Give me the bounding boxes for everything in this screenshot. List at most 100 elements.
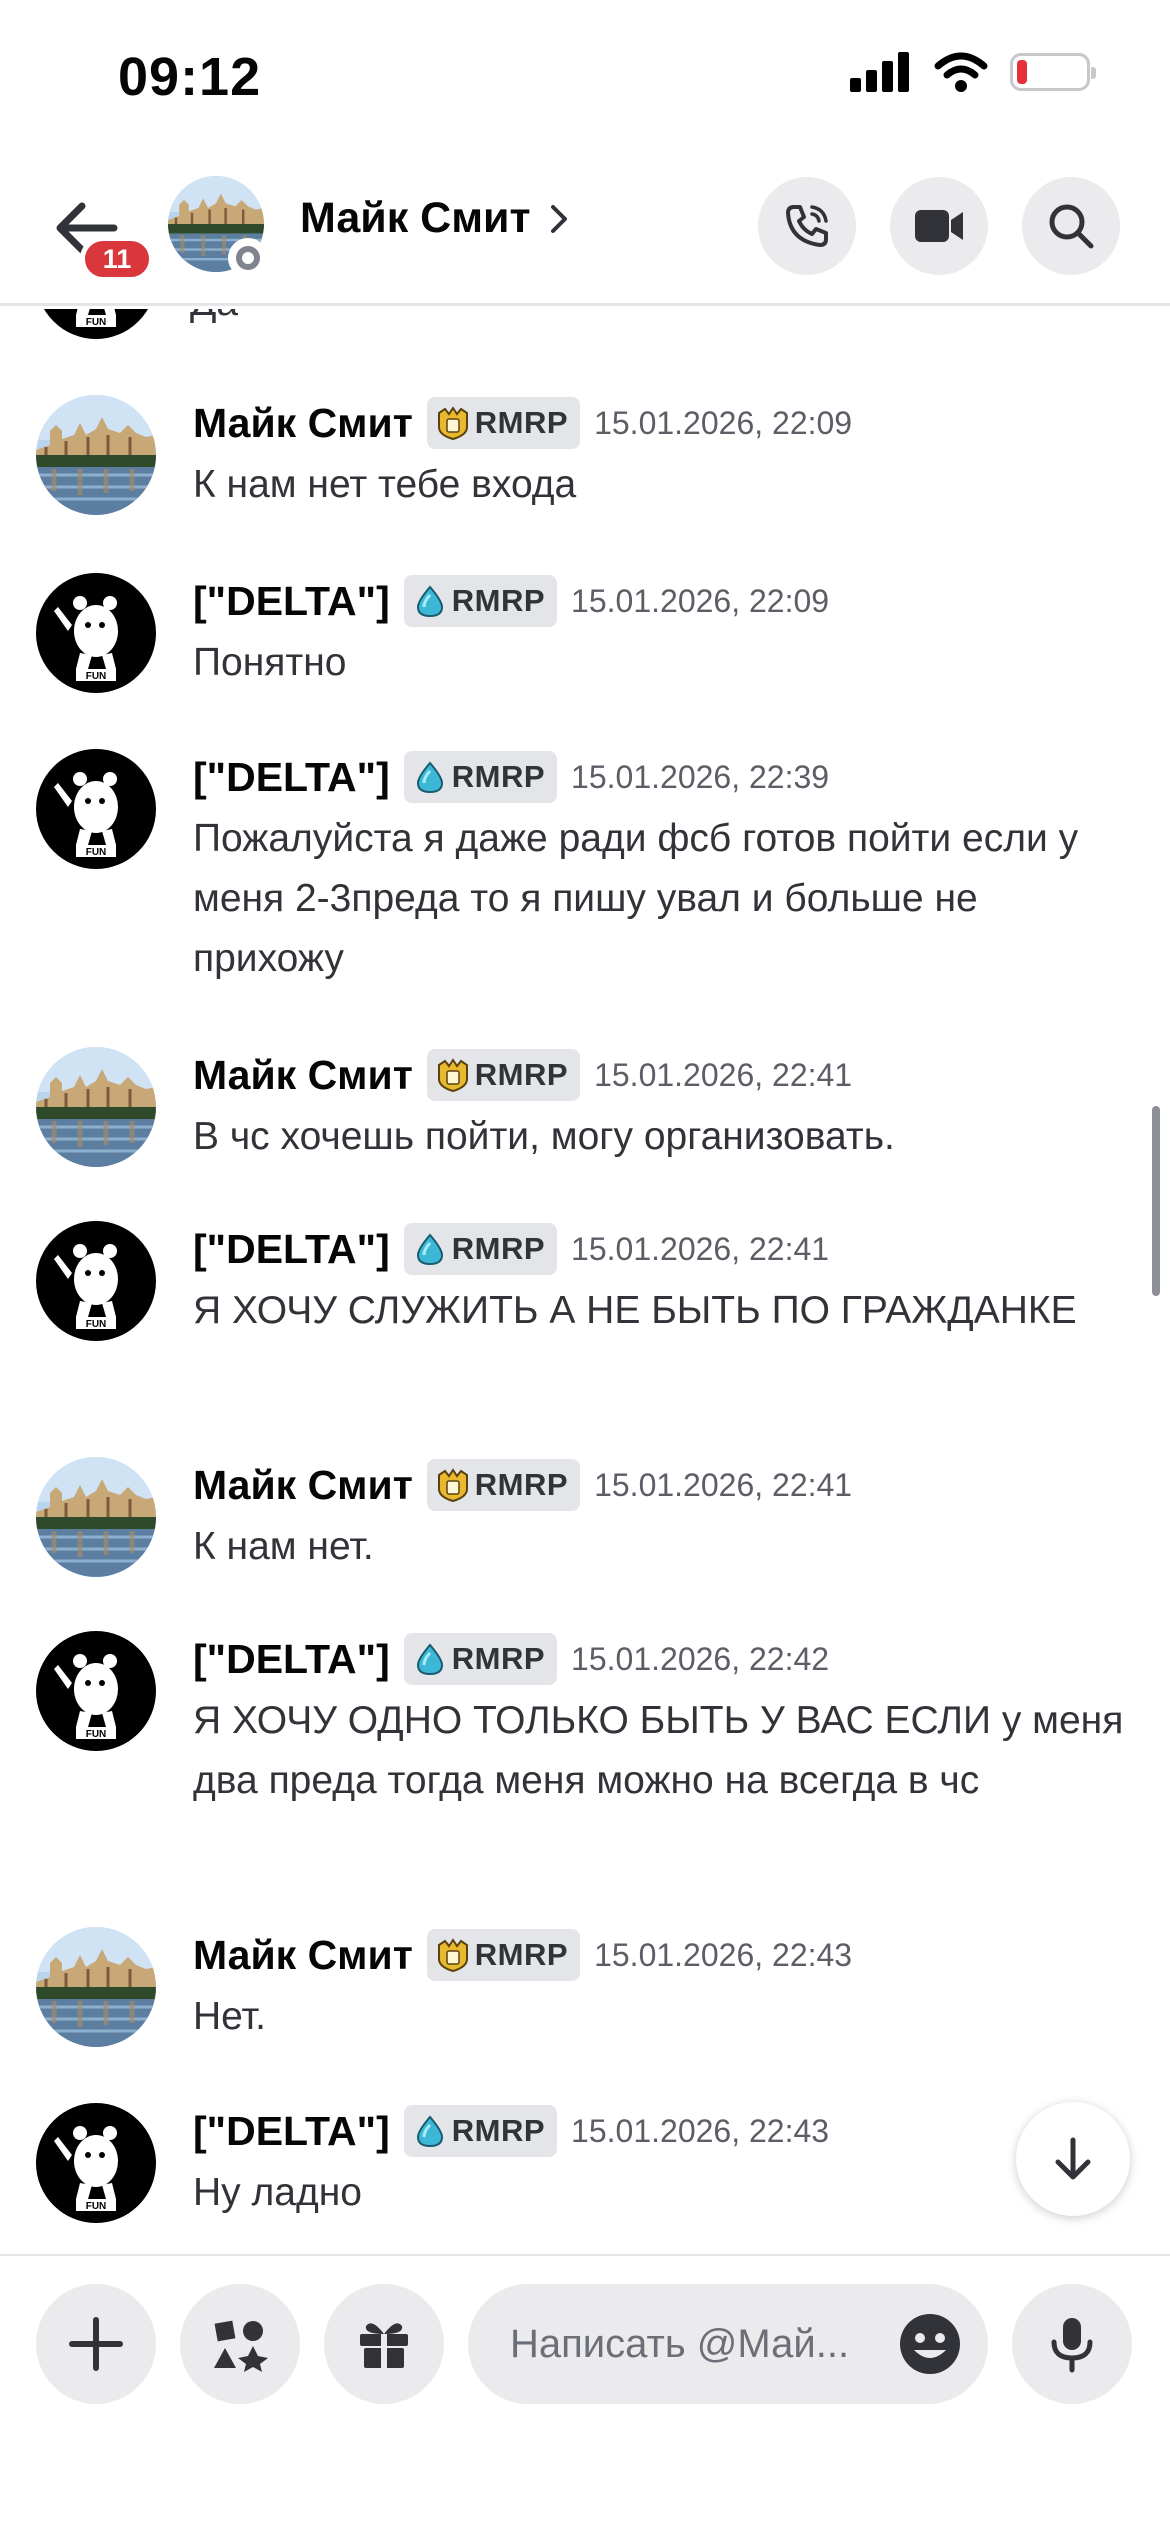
emoji-button[interactable]: [898, 2312, 962, 2376]
video-camera-icon: [915, 210, 963, 242]
avatar[interactable]: [36, 749, 156, 869]
cellular-signal-icon: [850, 52, 909, 92]
message-author[interactable]: Майк Смит: [193, 1462, 413, 1509]
shield-crown-icon: [435, 1057, 471, 1093]
avatar[interactable]: [36, 573, 156, 693]
message-text: Нет.: [193, 1995, 266, 2038]
offline-status-icon: [228, 238, 268, 278]
avatar[interactable]: [36, 1047, 156, 1167]
server-tag[interactable]: RMRP: [426, 397, 581, 449]
message-text: Да: [190, 309, 238, 333]
server-tag[interactable]: RMRP: [426, 1049, 581, 1101]
server-tag-label: RMRP: [451, 2113, 546, 2148]
server-tag[interactable]: RMRP: [403, 1223, 558, 1275]
avatar[interactable]: [36, 395, 156, 515]
avatar[interactable]: [36, 1221, 156, 1341]
message-text: В чс хочешь пойти, могу организовать.: [193, 1115, 895, 1158]
water-drop-icon: [412, 1231, 448, 1267]
server-tag-label: RMRP: [451, 1641, 546, 1676]
water-drop-icon: [412, 1641, 448, 1677]
server-tag[interactable]: RMRP: [403, 2105, 558, 2157]
message-author[interactable]: Майк Смит: [193, 400, 413, 447]
server-tag[interactable]: RMRP: [403, 751, 558, 803]
shield-crown-icon: [435, 1467, 471, 1503]
server-tag-label: RMRP: [474, 405, 569, 440]
message-text: К нам нет.: [193, 1525, 374, 1568]
avatar[interactable]: [36, 2103, 156, 2223]
message-author[interactable]: ["DELTA"]: [193, 1226, 390, 1273]
plus-icon: [69, 2317, 123, 2371]
server-tag-label: RMRP: [451, 759, 546, 794]
message-text: Пожалуйста я даже ради фсб готов пойти е…: [193, 817, 1079, 980]
emoji-smile-icon: [900, 2314, 960, 2374]
water-drop-icon: [412, 583, 448, 619]
message-author[interactable]: ["DELTA"]: [193, 754, 390, 801]
voice-message-button[interactable]: [1012, 2284, 1132, 2404]
status-time: 09:12: [118, 47, 262, 107]
message-author[interactable]: Майк Смит: [193, 1932, 413, 1979]
chat-header: 11 Майк Смит: [0, 150, 1170, 306]
message-author[interactable]: ["DELTA"]: [193, 578, 390, 625]
video-call-button[interactable]: [890, 177, 988, 275]
search-icon: [1049, 204, 1094, 249]
server-tag[interactable]: RMRP: [426, 1929, 581, 1981]
message-input[interactable]: [510, 2284, 890, 2404]
message-timestamp: 15.01.2026, 22:42: [571, 1640, 830, 1677]
message-author[interactable]: ["DELTA"]: [193, 1636, 390, 1683]
chat-title: Майк Смит: [300, 194, 531, 242]
apps-shapes-icon: [214, 2320, 268, 2372]
server-tag[interactable]: RMRP: [403, 575, 558, 627]
scrollbar[interactable]: [1152, 1106, 1160, 1296]
server-tag[interactable]: RMRP: [403, 1633, 558, 1685]
message-timestamp: 15.01.2026, 22:41: [594, 1056, 853, 1093]
message-text: Понятно: [193, 641, 347, 684]
message-timestamp: 15.01.2026, 22:43: [594, 1936, 853, 1973]
water-drop-icon: [412, 2113, 448, 2149]
server-tag-label: RMRP: [474, 1937, 569, 1972]
server-tag-label: RMRP: [474, 1057, 569, 1092]
message-timestamp: 15.01.2026, 22:43: [571, 2112, 830, 2149]
apps-button[interactable]: [180, 2284, 300, 2404]
message-text: Я ХОЧУ ОДНО ТОЛЬКО БЫТЬ У ВАС ЕСЛИ у мен…: [193, 1699, 1124, 1802]
server-tag[interactable]: RMRP: [426, 1459, 581, 1511]
page-title[interactable]: Майк Смит: [300, 194, 569, 243]
message-author[interactable]: ["DELTA"]: [193, 2108, 390, 2155]
water-drop-icon: [412, 759, 448, 795]
unread-badge: 11: [80, 236, 154, 282]
message-text: Ну ладно: [193, 2171, 362, 2214]
gift-icon: [360, 2323, 408, 2368]
server-tag-label: RMRP: [474, 1467, 569, 1502]
message-timestamp: 15.01.2026, 22:09: [571, 582, 830, 619]
microphone-icon: [1051, 2318, 1093, 2373]
search-button[interactable]: [1022, 177, 1120, 275]
arrow-down-icon: [1055, 2137, 1091, 2180]
message-author[interactable]: Майк Смит: [193, 1052, 413, 1099]
server-tag-label: RMRP: [451, 583, 546, 618]
avatar[interactable]: [36, 1927, 156, 2047]
message-timestamp: 15.01.2026, 22:41: [571, 1230, 830, 1267]
message-composer: [0, 2254, 1170, 2532]
chevron-right-icon: [550, 204, 567, 233]
message-text: К нам нет тебе входа: [193, 463, 577, 506]
shield-crown-icon: [435, 1937, 471, 1973]
server-tag-label: RMRP: [451, 1231, 546, 1266]
status-icons: [850, 52, 1096, 92]
avatar[interactable]: [36, 1631, 156, 1751]
battery-icon: [1010, 53, 1096, 91]
message-text: Я ХОЧУ СЛУЖИТЬ А НЕ БЫТЬ ПО ГРАЖДАНКЕ: [193, 1289, 1077, 1332]
message-input-container: [468, 2284, 988, 2404]
message-list[interactable]: Да Майк Смит RMRP 15.01.2026, 22:09 К на…: [0, 309, 1170, 2251]
avatar[interactable]: [36, 1457, 156, 1577]
message-timestamp: 15.01.2026, 22:09: [594, 404, 853, 441]
gift-button[interactable]: [324, 2284, 444, 2404]
message-timestamp: 15.01.2026, 22:39: [571, 758, 830, 795]
add-attachment-button[interactable]: [36, 2284, 156, 2404]
status-bar: 09:12: [0, 0, 1170, 150]
message-timestamp: 15.01.2026, 22:41: [594, 1466, 853, 1503]
avatar[interactable]: [36, 309, 156, 339]
shield-crown-icon: [435, 405, 471, 441]
wifi-icon: [934, 52, 988, 92]
phone-call-icon: [786, 205, 828, 247]
jump-to-present-button[interactable]: [1016, 2102, 1130, 2216]
voice-call-button[interactable]: [758, 177, 856, 275]
